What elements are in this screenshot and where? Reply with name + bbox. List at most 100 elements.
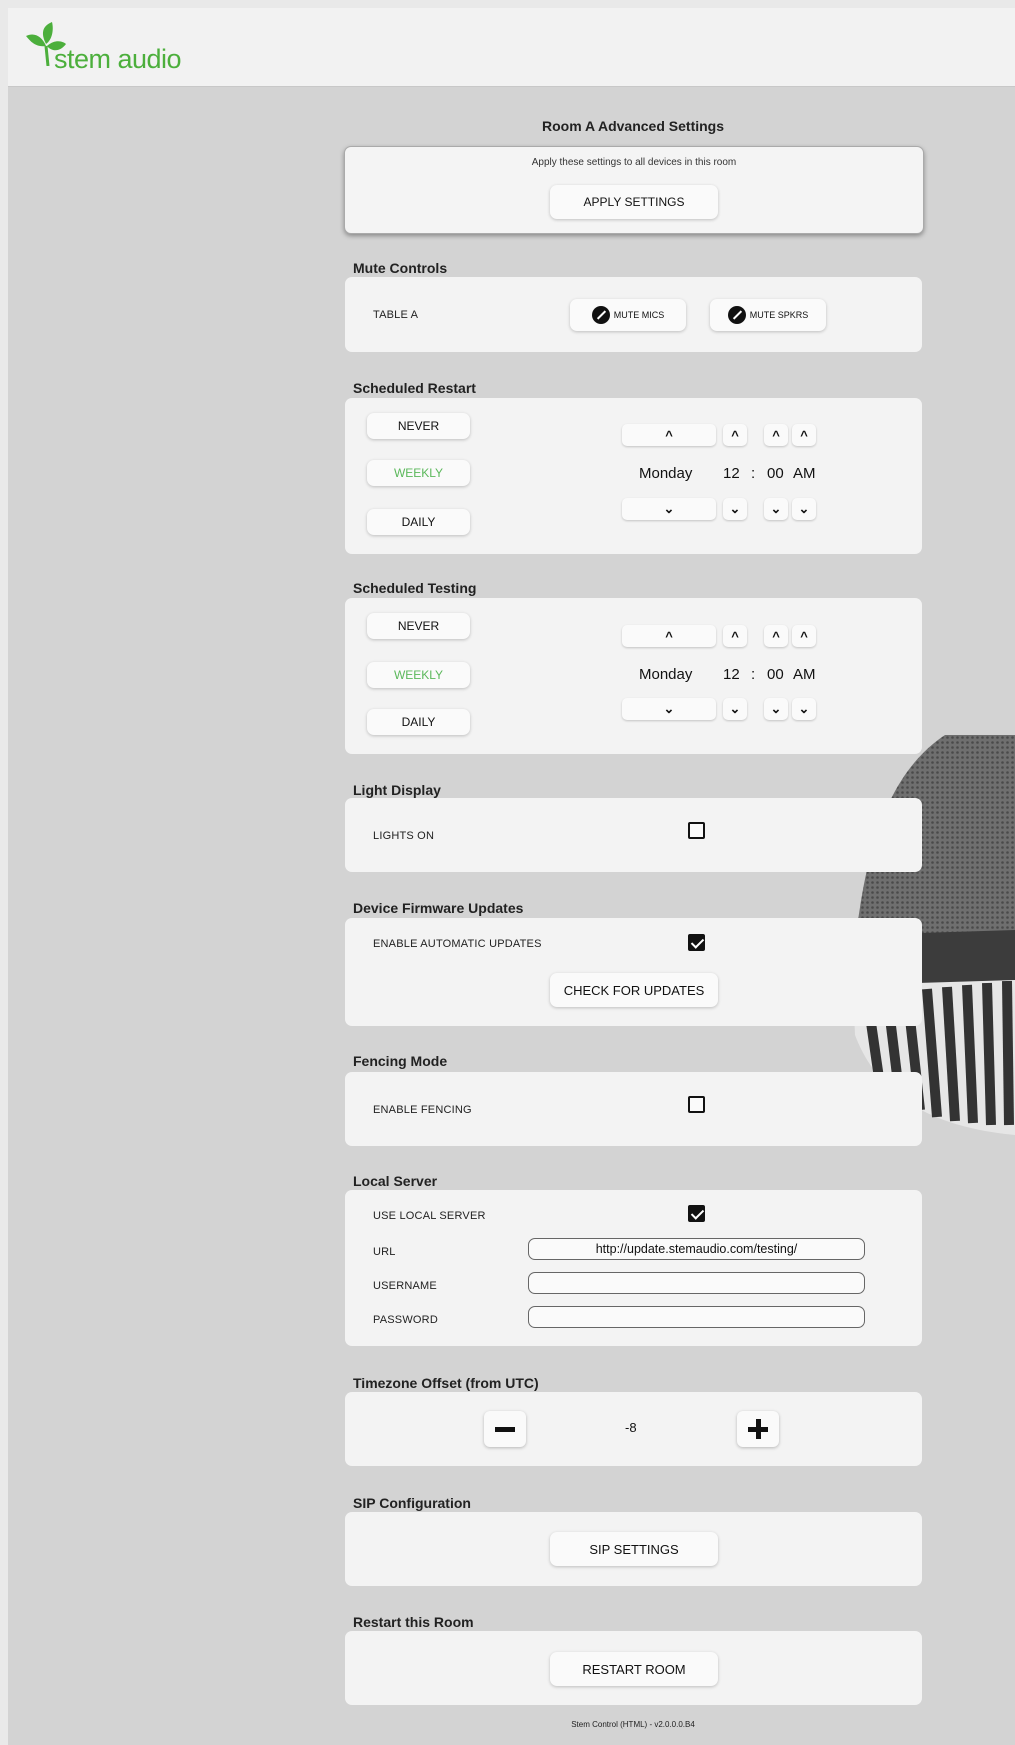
testing-day-down-button[interactable]: ⌄ <box>622 698 716 720</box>
mute-mics-button[interactable]: MUTE MICS <box>570 299 686 331</box>
testing-hour-up-button[interactable]: ^ <box>723 625 747 647</box>
mute-speakers-button[interactable]: MUTE SPKRS <box>710 299 826 331</box>
chevron-up-icon: ^ <box>800 427 808 443</box>
light-display-heading: Light Display <box>353 782 441 798</box>
password-field[interactable] <box>528 1306 865 1328</box>
testing-ampm-down-button[interactable]: ⌄ <box>792 698 816 720</box>
restart-day-value: Monday <box>639 465 693 482</box>
lights-on-label: LIGHTS ON <box>373 830 435 842</box>
auto-updates-checkbox[interactable] <box>688 934 705 951</box>
use-local-server-checkbox[interactable] <box>688 1205 705 1222</box>
scheduled-restart-card: NEVER WEEKLY DAILY ^ ^ ^ ^ Monday 12 : 0… <box>345 398 922 554</box>
testing-day-value: Monday <box>639 666 693 683</box>
page-title: Room A Advanced Settings <box>541 118 725 134</box>
mute-mics-label: MUTE MICS <box>613 310 665 320</box>
timezone-increment-button[interactable] <box>737 1411 779 1447</box>
mute-controls-heading: Mute Controls <box>353 260 448 276</box>
footer-version: Stem Control (HTML) - v2.0.0.0.B4 <box>571 1720 695 1729</box>
mic-muted-icon <box>591 306 610 324</box>
mute-controls-card: TABLE A MUTE MICS MUTE SPKRS <box>345 277 922 352</box>
timezone-heading: Timezone Offset (from UTC) <box>353 1375 539 1391</box>
restart-ampm-value: AM <box>793 465 816 482</box>
mute-speakers-label: MUTE SPKRS <box>749 310 809 320</box>
fencing-card: ENABLE FENCING <box>345 1072 922 1146</box>
logo-text: stem audio <box>54 44 182 74</box>
lights-on-checkbox[interactable] <box>688 822 705 839</box>
testing-ampm-value: AM <box>793 666 816 683</box>
check-for-updates-button[interactable]: CHECK FOR UPDATES <box>550 973 718 1007</box>
restart-weekly-button[interactable]: WEEKLY <box>367 460 470 486</box>
sip-settings-button[interactable]: SIP SETTINGS <box>550 1532 718 1566</box>
speaker-muted-icon <box>727 306 746 324</box>
chevron-up-icon: ^ <box>665 628 673 644</box>
chevron-down-icon: ⌄ <box>663 701 675 716</box>
restart-hour-value: 12 <box>723 465 740 482</box>
restart-daily-button[interactable]: DAILY <box>367 509 470 535</box>
firmware-heading: Device Firmware Updates <box>353 900 524 916</box>
chevron-down-icon: ⌄ <box>798 701 810 716</box>
chevron-down-icon: ⌄ <box>770 501 782 516</box>
apply-settings-button[interactable]: APPLY SETTINGS <box>550 185 718 219</box>
testing-hour-value: 12 <box>723 666 740 683</box>
local-server-heading: Local Server <box>353 1173 438 1189</box>
sip-heading: SIP Configuration <box>353 1495 471 1511</box>
chevron-up-icon: ^ <box>665 427 673 443</box>
plus-icon-vertical <box>755 1419 761 1439</box>
chevron-down-icon: ⌄ <box>770 701 782 716</box>
enable-fencing-label: ENABLE FENCING <box>373 1104 472 1116</box>
chevron-up-icon: ^ <box>772 427 780 443</box>
chevron-up-icon: ^ <box>731 427 739 443</box>
restart-never-button[interactable]: NEVER <box>367 413 470 439</box>
fencing-heading: Fencing Mode <box>353 1053 448 1069</box>
stem-audio-logo: stem audio <box>26 22 196 76</box>
chevron-down-icon: ⌄ <box>729 501 741 516</box>
testing-daily-button[interactable]: DAILY <box>367 709 470 735</box>
timezone-value: -8 <box>625 1420 637 1435</box>
restart-minute-up-button[interactable]: ^ <box>764 424 788 446</box>
chevron-down-icon: ⌄ <box>663 501 675 516</box>
restart-day-down-button[interactable]: ⌄ <box>622 498 716 520</box>
restart-room-button[interactable]: RESTART ROOM <box>550 1652 718 1686</box>
url-field[interactable]: http://update.stemaudio.com/testing/ <box>528 1238 865 1260</box>
auto-updates-label: ENABLE AUTOMATIC UPDATES <box>373 938 542 950</box>
chevron-up-icon: ^ <box>731 628 739 644</box>
testing-day-up-button[interactable]: ^ <box>622 625 716 647</box>
sip-card: SIP SETTINGS <box>345 1512 922 1586</box>
scheduled-restart-heading: Scheduled Restart <box>353 380 476 396</box>
restart-ampm-down-button[interactable]: ⌄ <box>792 498 816 520</box>
app-header: stem audio <box>8 8 1015 87</box>
testing-minute-down-button[interactable]: ⌄ <box>764 698 788 720</box>
restart-time-separator: : <box>751 465 756 482</box>
chevron-up-icon: ^ <box>772 628 780 644</box>
testing-time-separator: : <box>751 666 756 683</box>
firmware-card: ENABLE AUTOMATIC UPDATES CHECK FOR UPDAT… <box>345 918 922 1026</box>
restart-ampm-up-button[interactable]: ^ <box>792 424 816 446</box>
apply-description: Apply these settings to all devices in t… <box>531 157 737 168</box>
restart-room-heading: Restart this Room <box>353 1614 474 1630</box>
chevron-down-icon: ⌄ <box>729 701 741 716</box>
use-local-server-label: USE LOCAL SERVER <box>373 1210 486 1222</box>
testing-hour-down-button[interactable]: ⌄ <box>723 698 747 720</box>
restart-minute-down-button[interactable]: ⌄ <box>764 498 788 520</box>
testing-weekly-button[interactable]: WEEKLY <box>367 662 470 688</box>
testing-never-button[interactable]: NEVER <box>367 613 470 639</box>
testing-ampm-up-button[interactable]: ^ <box>792 625 816 647</box>
enable-fencing-checkbox[interactable] <box>688 1096 705 1113</box>
url-label: URL <box>373 1246 396 1258</box>
restart-hour-down-button[interactable]: ⌄ <box>723 498 747 520</box>
username-label: USERNAME <box>373 1280 437 1292</box>
scheduled-testing-card: NEVER WEEKLY DAILY ^ ^ ^ ^ Monday 12 : 0… <box>345 598 922 754</box>
scheduled-testing-heading: Scheduled Testing <box>353 580 477 596</box>
local-server-card: USE LOCAL SERVER URL http://update.stema… <box>345 1190 922 1346</box>
minus-icon <box>495 1427 515 1432</box>
restart-hour-up-button[interactable]: ^ <box>723 424 747 446</box>
timezone-decrement-button[interactable] <box>484 1411 526 1447</box>
window-frame-top <box>0 0 1015 8</box>
restart-day-up-button[interactable]: ^ <box>622 424 716 446</box>
testing-minute-up-button[interactable]: ^ <box>764 625 788 647</box>
username-field[interactable] <box>528 1272 865 1294</box>
testing-minute-value: 00 <box>767 666 784 683</box>
table-label: TABLE A <box>373 309 419 321</box>
apply-settings-card: Apply these settings to all devices in t… <box>344 146 924 234</box>
light-display-card: LIGHTS ON <box>345 798 922 872</box>
